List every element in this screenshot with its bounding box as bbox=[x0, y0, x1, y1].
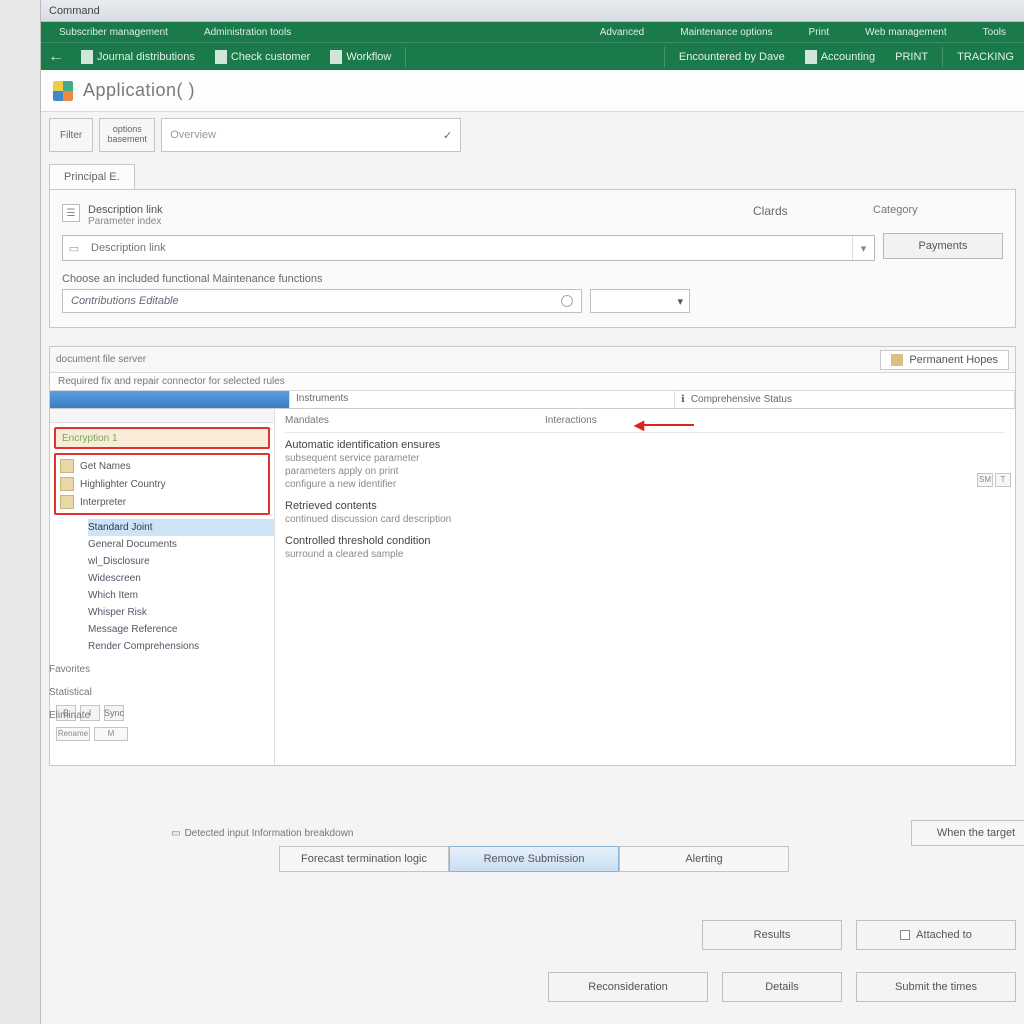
window-titlebar: Command bbox=[41, 0, 1024, 22]
content-sub: configure a new identifier bbox=[285, 479, 1005, 490]
folder-icon bbox=[60, 477, 74, 491]
ribbon-cmd[interactable]: Accounting bbox=[795, 50, 885, 64]
tree-item[interactable]: Widescreen bbox=[88, 570, 274, 587]
tree-item[interactable]: Interpreter bbox=[56, 493, 268, 511]
info-icon: ▭ bbox=[171, 828, 180, 839]
main-panel: ☰ Description link Parameter index Clard… bbox=[49, 189, 1016, 328]
ribbon-cmd[interactable]: Workflow bbox=[320, 50, 401, 64]
page-header: Application( ) bbox=[41, 70, 1024, 112]
m-button[interactable]: M bbox=[94, 727, 128, 741]
star-icon bbox=[891, 354, 903, 366]
bottom-tab[interactable]: Alerting bbox=[619, 846, 789, 872]
panel-col-label: Category bbox=[873, 204, 1003, 227]
content-col-header: Mandates bbox=[285, 415, 545, 432]
doc-icon bbox=[805, 50, 817, 64]
tree-item[interactable]: Which Item bbox=[88, 587, 274, 604]
ribbon-tab[interactable]: Web management bbox=[847, 27, 965, 38]
target-button[interactable]: When the target bbox=[911, 820, 1024, 846]
tree-item[interactable]: Get Names bbox=[56, 457, 268, 475]
doc-icon bbox=[81, 50, 93, 64]
app-logo-icon bbox=[53, 81, 73, 101]
field-icon: ▭ bbox=[63, 236, 85, 260]
sub-label: Choose an included functional Maintenanc… bbox=[62, 273, 1003, 285]
content-col-header: Interactions bbox=[545, 415, 1005, 432]
tree-item[interactable]: General Documents bbox=[88, 536, 274, 553]
attached-to-button[interactable]: Attached to bbox=[856, 920, 1016, 950]
doc-icon bbox=[215, 50, 227, 64]
ribbon-tab[interactable]: Subscriber management bbox=[41, 27, 186, 38]
content-sub: continued discussion card description bbox=[285, 514, 1005, 525]
content-line: Automatic identification ensures bbox=[285, 439, 1005, 451]
back-button[interactable]: ← bbox=[41, 48, 71, 66]
description-input[interactable] bbox=[85, 236, 852, 260]
panel-icon: ☰ bbox=[62, 204, 80, 222]
editor-subhead: Required fix and repair connector for se… bbox=[50, 373, 1015, 391]
favorites-label: Favorites bbox=[49, 664, 169, 675]
ribbon: Subscriber management Administration too… bbox=[41, 22, 1024, 70]
check-icon: ✓ bbox=[443, 129, 452, 142]
tree-item[interactable]: Message Reference bbox=[88, 621, 274, 638]
ribbon-cmd[interactable]: Check customer bbox=[205, 50, 320, 64]
filter-button[interactable]: Filter bbox=[49, 118, 93, 152]
ribbon-tab[interactable]: Maintenance options bbox=[662, 27, 790, 38]
page-title: Application( ) bbox=[83, 80, 195, 101]
status-label: ▭ Detected input Information breakdown bbox=[171, 828, 353, 839]
clear-icon[interactable] bbox=[561, 295, 573, 307]
col-header[interactable]: Instruments bbox=[290, 391, 675, 408]
tree-item[interactable]: Standard Joint bbox=[88, 519, 274, 536]
statistical-label: Statistical bbox=[49, 687, 169, 698]
tree-item[interactable]: Whisper Risk bbox=[88, 604, 274, 621]
ribbon-cmd[interactable]: TRACKING bbox=[947, 51, 1024, 63]
doc-icon bbox=[330, 50, 342, 64]
submit-button[interactable]: Submit the times bbox=[856, 972, 1016, 1002]
content-sub: parameters apply on print bbox=[285, 466, 1005, 477]
folder-icon bbox=[60, 495, 74, 509]
ribbon-tab[interactable]: Advanced bbox=[582, 27, 662, 38]
payments-button[interactable]: Payments bbox=[883, 233, 1003, 259]
panel-heading: Description link bbox=[88, 204, 163, 216]
editor-content: Mandates Interactions Automatic identifi… bbox=[275, 409, 1015, 765]
panel-subheading: Parameter index bbox=[88, 216, 163, 227]
rename-button[interactable]: Rename bbox=[56, 727, 90, 741]
col-header-selected[interactable] bbox=[50, 391, 290, 408]
contributions-field[interactable]: Contributions Editable bbox=[62, 289, 582, 313]
tree-selected-item[interactable]: Encryption 1 bbox=[54, 427, 270, 449]
editor-panel: document file server Permanent Hopes Req… bbox=[49, 346, 1016, 766]
ribbon-cmd[interactable]: Encountered by Dave bbox=[669, 51, 795, 63]
dropdown-icon[interactable]: ▾ bbox=[852, 236, 874, 260]
ribbon-cmd[interactable]: PRINT bbox=[885, 51, 938, 63]
permanent-hopes-button[interactable]: Permanent Hopes bbox=[880, 350, 1009, 370]
details-button[interactable]: Details bbox=[722, 972, 842, 1002]
tree-item[interactable]: wl_Disclosure bbox=[88, 553, 274, 570]
content-section: Retrieved contents bbox=[285, 500, 1005, 512]
toolbar: Filter options basement Overview ✓ bbox=[49, 118, 1016, 152]
col-header[interactable]: ℹComprehensive Status bbox=[675, 391, 1015, 408]
ribbon-tab[interactable]: Tools bbox=[965, 27, 1024, 38]
results-button[interactable]: Results bbox=[702, 920, 842, 950]
folder-icon bbox=[60, 459, 74, 473]
secondary-dropdown[interactable]: ▾ bbox=[590, 289, 690, 313]
tree-item[interactable]: Highlighter Country bbox=[56, 475, 268, 493]
panel-col-label: Clards bbox=[693, 204, 873, 227]
options-button[interactable]: options basement bbox=[99, 118, 155, 152]
ribbon-tab[interactable]: Print bbox=[791, 27, 848, 38]
overview-field[interactable]: Overview ✓ bbox=[161, 118, 461, 152]
bottom-tab[interactable]: Forecast termination logic bbox=[279, 846, 449, 872]
ribbon-cmd[interactable]: Journal distributions bbox=[71, 50, 205, 64]
reconsideration-button[interactable]: Reconsideration bbox=[548, 972, 708, 1002]
bottom-tab-active[interactable]: Remove Submission bbox=[449, 846, 619, 872]
tree-list: Standard Joint General Documents wl_Disc… bbox=[88, 519, 274, 655]
content-section: Controlled threshold condition bbox=[285, 535, 1005, 547]
eliminate-label: Eliminate bbox=[49, 710, 169, 721]
tree-highlight-group: Get Names Highlighter Country Interprete… bbox=[54, 453, 270, 515]
content-sub: surround a cleared sample bbox=[285, 549, 1005, 560]
checkbox-icon bbox=[900, 930, 910, 940]
editor-head-label: document file server bbox=[56, 354, 146, 365]
subtab-principal[interactable]: Principal E. bbox=[49, 164, 135, 189]
content-sub: subsequent service parameter bbox=[285, 453, 1005, 464]
ribbon-tab[interactable]: Administration tools bbox=[186, 27, 309, 38]
